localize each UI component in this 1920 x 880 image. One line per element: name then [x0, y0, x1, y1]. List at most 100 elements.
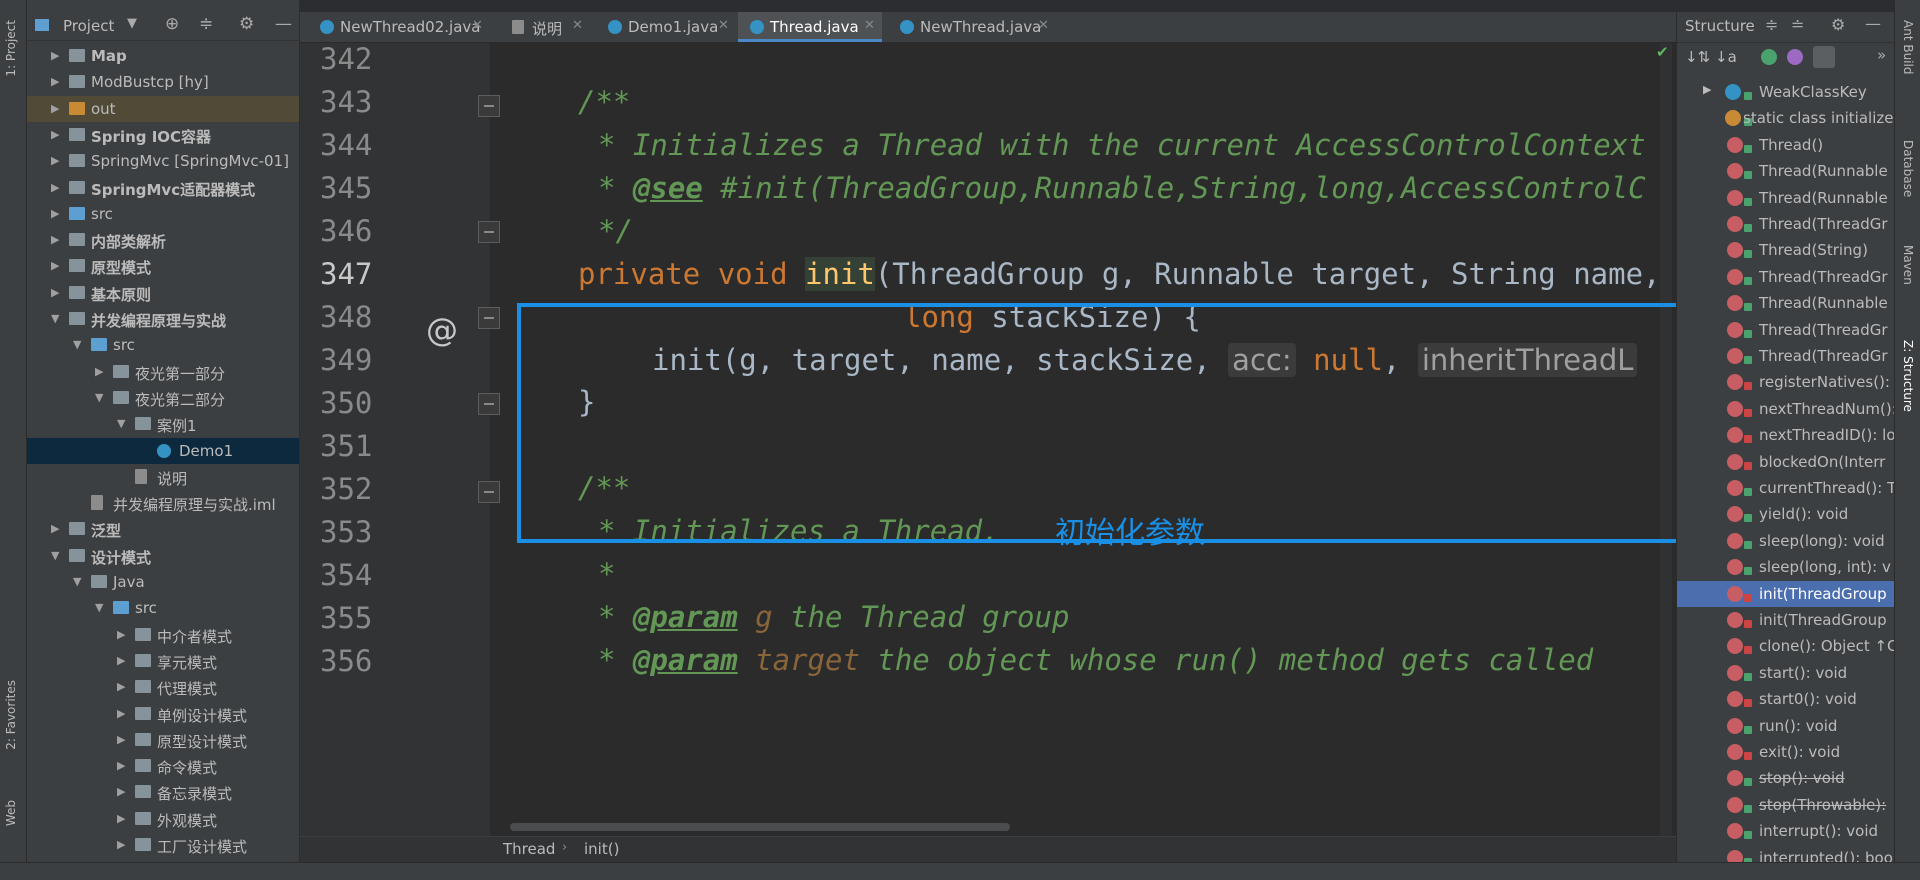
chevron-right-icon[interactable]: ▶ [117, 654, 125, 667]
structure-item[interactable]: init(ThreadGroup [1677, 607, 1895, 633]
tree-item[interactable]: ▶ 享元模式 [27, 648, 299, 674]
collapse-all-icon[interactable]: ≑ [199, 14, 213, 34]
more-icon[interactable]: » [1877, 46, 1886, 64]
structure-item[interactable]: nextThreadNum(): [1677, 396, 1895, 422]
fold-marker[interactable] [478, 95, 500, 117]
tree-item[interactable]: ▶ ModBustcp [hy] [27, 69, 299, 95]
show-properties-icon[interactable] [1787, 49, 1803, 65]
structure-item[interactable]: stop(): void [1677, 765, 1895, 791]
chevron-right-icon[interactable]: ▶ [117, 680, 125, 693]
project-tool-tab[interactable]: 1: Project [4, 20, 18, 77]
tree-item[interactable]: ▶ 中介者模式 [27, 622, 299, 648]
breadcrumb-class[interactable]: Thread [503, 840, 555, 858]
chevron-right-icon[interactable]: ▶ [51, 259, 59, 272]
show-inherited-icon[interactable] [1813, 46, 1835, 68]
tree-item[interactable]: ▶ src [27, 201, 299, 227]
tree-item[interactable]: ▶ 代理模式 [27, 674, 299, 700]
tree-item[interactable]: ▶ 备忘录模式 [27, 779, 299, 805]
collapse-icon[interactable]: ≐ [1791, 15, 1804, 34]
favorites-tool-tab[interactable]: 2: Favorites [4, 680, 18, 750]
web-tool-tab[interactable]: Web [4, 800, 18, 826]
chevron-down-icon[interactable]: ▼ [95, 391, 103, 404]
gear-icon[interactable]: ⚙ [1831, 15, 1845, 34]
fold-marker[interactable] [478, 307, 500, 329]
structure-item[interactable]: start(): void [1677, 660, 1895, 686]
tree-item[interactable]: ▶ 原型模式 [27, 253, 299, 279]
tree-item[interactable]: ▶ Spring IOC容器 [27, 122, 299, 148]
chevron-right-icon[interactable]: ▶ [51, 102, 59, 115]
structure-item[interactable]: stop(Throwable): [1677, 792, 1895, 818]
chevron-right-icon[interactable]: ▶ [117, 812, 125, 825]
structure-item[interactable]: yield(): void [1677, 501, 1895, 527]
close-icon[interactable]: ✕ [718, 18, 729, 33]
chevron-right-icon[interactable]: ▶ [51, 49, 59, 62]
chevron-right-icon[interactable]: ▶ [117, 785, 125, 798]
chevron-down-icon[interactable]: ▼ [51, 312, 59, 325]
implements-marker-icon[interactable]: @ [426, 311, 458, 349]
chevron-down-icon[interactable]: ▼ [51, 549, 59, 562]
tree-item[interactable]: ▼ src [27, 332, 299, 358]
chevron-down-icon[interactable]: ▼ [127, 16, 137, 31]
locate-icon[interactable]: ⊕ [165, 14, 179, 34]
tree-item[interactable]: 说明 [27, 464, 299, 490]
tab-newthread02[interactable]: NewThread02.java ✕ [308, 12, 490, 42]
structure-item[interactable]: run(): void [1677, 713, 1895, 739]
chevron-right-icon[interactable]: ▶ [51, 154, 59, 167]
ant-build-tool-tab[interactable]: Ant Build [1901, 20, 1915, 74]
tree-item[interactable]: Demo1 [27, 437, 299, 464]
structure-item[interactable]: blockedOn(Interr [1677, 449, 1895, 475]
tab-readme[interactable]: 说明 ✕ [500, 12, 590, 42]
tree-item[interactable]: 并发编程原理与实战.iml [27, 490, 299, 516]
tree-item[interactable]: ▶ SpringMvc [SpringMvc-01] [27, 148, 299, 174]
expand-icon[interactable]: ≑ [1765, 15, 1778, 34]
chevron-right-icon[interactable]: ▶ [51, 522, 59, 535]
fold-marker[interactable] [478, 481, 500, 503]
minimize-icon[interactable]: — [275, 14, 292, 34]
structure-tool-tab[interactable]: Z: Structure [1901, 340, 1915, 412]
show-fields-icon[interactable] [1761, 49, 1777, 65]
structure-item[interactable]: Thread(ThreadGr [1677, 343, 1895, 369]
tree-item[interactable]: ▶ 基本原则 [27, 280, 299, 306]
chevron-down-icon[interactable]: ▼ [117, 417, 125, 430]
tree-item[interactable]: ▼ 夜光第二部分 [27, 385, 299, 411]
chevron-right-icon[interactable]: ▶ [51, 75, 59, 88]
structure-item[interactable]: registerNatives(): [1677, 369, 1895, 395]
tree-item[interactable]: ▶ Map [27, 43, 299, 69]
structure-item[interactable]: currentThread(): T [1677, 475, 1895, 501]
tree-item[interactable]: ▶ 泛型 [27, 516, 299, 542]
project-title[interactable]: Project [63, 17, 114, 35]
tree-item[interactable]: ▼ Java [27, 569, 299, 595]
fold-marker[interactable] [478, 221, 500, 243]
minimize-icon[interactable]: — [1865, 14, 1881, 33]
tree-item[interactable]: ▶ 内部类解析 [27, 227, 299, 253]
chevron-right-icon[interactable]: ▶ [1703, 83, 1711, 96]
tree-item[interactable]: ▼ 设计模式 [27, 543, 299, 569]
structure-item[interactable]: start0(): void [1677, 686, 1895, 712]
structure-item[interactable]: clone(): Object ↑C [1677, 633, 1895, 659]
tree-item[interactable]: ▶ 单例设计模式 [27, 701, 299, 727]
chevron-down-icon[interactable]: ▼ [73, 575, 81, 588]
chevron-right-icon[interactable]: ▶ [51, 207, 59, 220]
structure-item[interactable]: Thread(ThreadGr [1677, 211, 1895, 237]
tree-item[interactable]: ▶ SpringMvc适配器模式 [27, 175, 299, 201]
chevron-right-icon[interactable]: ▶ [117, 838, 125, 851]
tree-item[interactable]: ▶ 原型设计模式 [27, 727, 299, 753]
close-icon[interactable]: ✕ [572, 18, 583, 33]
structure-item[interactable]: static class initializer [1677, 105, 1895, 131]
chevron-right-icon[interactable]: ▶ [117, 759, 125, 772]
chevron-down-icon[interactable]: ▼ [95, 601, 103, 614]
database-tool-tab[interactable]: Database [1901, 140, 1915, 197]
tab-thread[interactable]: Thread.java ✕ [738, 12, 882, 42]
chevron-right-icon[interactable]: ▶ [51, 128, 59, 141]
structure-item[interactable]: nextThreadID(): lo [1677, 422, 1895, 448]
horizontal-scrollbar[interactable] [510, 823, 1010, 831]
fold-marker[interactable] [478, 393, 500, 415]
structure-item[interactable]: sleep(long): void [1677, 528, 1895, 554]
chevron-right-icon[interactable]: ▶ [51, 233, 59, 246]
maven-tool-tab[interactable]: Maven [1901, 245, 1915, 285]
close-icon[interactable]: ✕ [1038, 18, 1049, 33]
sort-visibility-icon[interactable]: ↓⇅ [1685, 48, 1710, 66]
tree-item[interactable]: ▶ 夜光第一部分 [27, 359, 299, 385]
tree-item[interactable]: ▼ 并发编程原理与实战 [27, 306, 299, 332]
tree-item[interactable]: ▶ 命令模式 [27, 753, 299, 779]
